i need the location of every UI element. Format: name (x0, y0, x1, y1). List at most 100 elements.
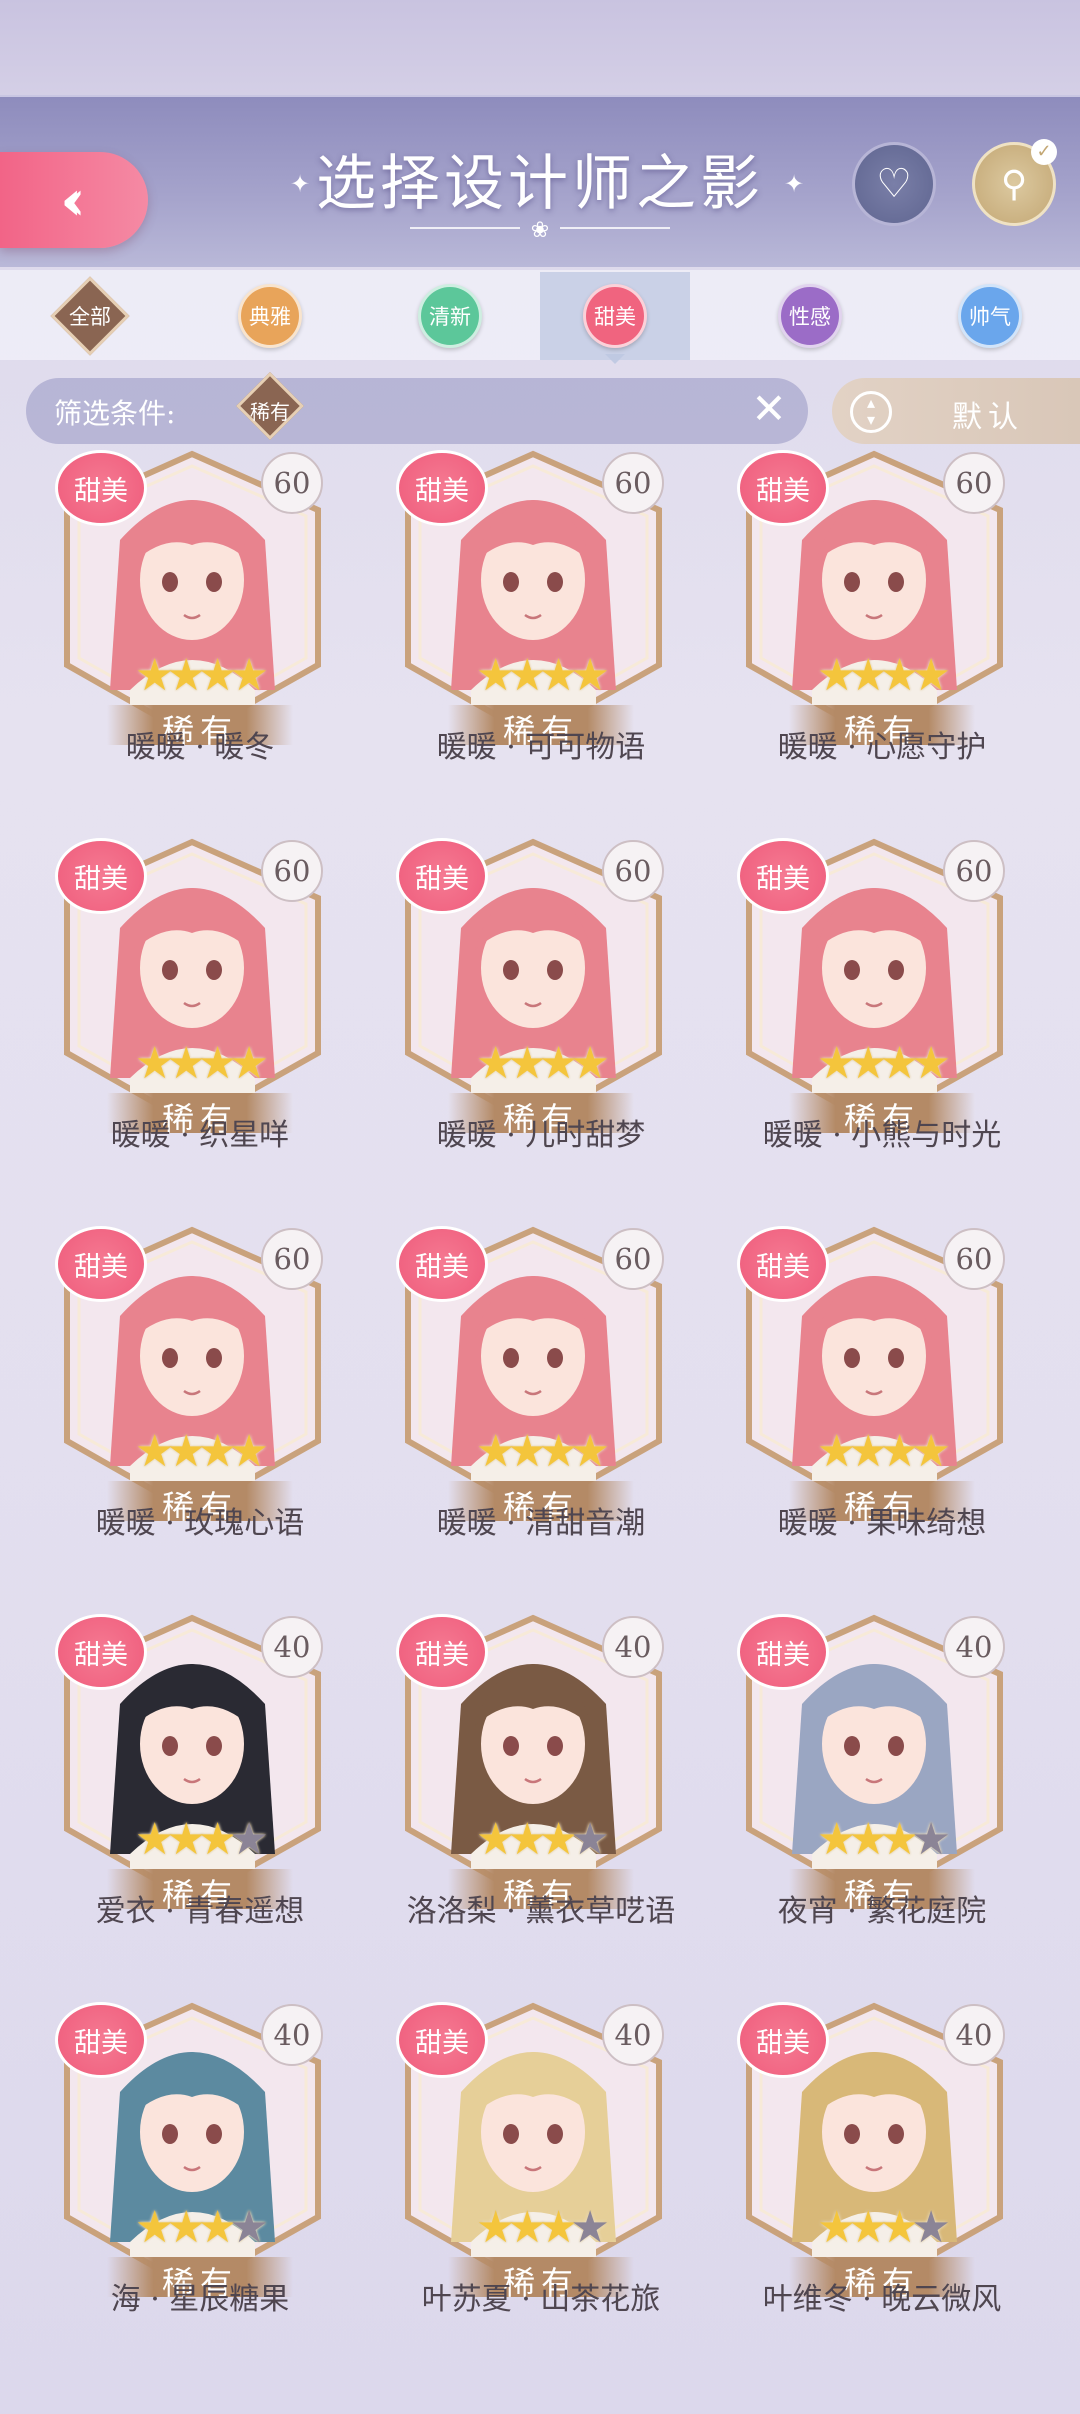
magnifier-icon: ⚲ (1000, 163, 1028, 205)
style-badge: 甜美 (737, 1226, 829, 1302)
tab-5[interactable]: 帅气 (915, 272, 1065, 360)
tab-1[interactable]: 典雅 (195, 272, 345, 360)
star-icon: ★ (135, 2202, 175, 2253)
star-icon: ★ (197, 1038, 238, 1089)
level-badge: 60 (261, 1228, 323, 1290)
star-icon: ★ (229, 1038, 269, 1089)
designer-grid: 稀有 ★★★★ 甜美 60 暖暖 · 暖冬 稀有 ★★★★ 甜美 60 暖暖 · 可可物语 稀有 ★★… (0, 450, 1080, 2380)
designer-name: 暖暖 · 织星咩 (110, 1118, 290, 1153)
star-icon: ★ (911, 650, 951, 701)
star-icon: ★ (166, 1814, 206, 1865)
level-badge: 60 (943, 1228, 1005, 1290)
designer-card[interactable]: 稀有 ★★★★ 甜美 60 暖暖 · 小熊与时光 (717, 838, 1047, 1208)
star-icon: ★ (229, 650, 269, 701)
favorite-button[interactable]: ♡ (852, 142, 936, 226)
style-badge: 甜美 (55, 1614, 147, 1690)
star-rating: ★★★★ (476, 650, 610, 701)
designer-card[interactable]: 稀有 ★★★★ 甜美 40 爱衣 · 青春遥想 (35, 1614, 365, 1984)
tab-label: 甜美 (583, 284, 647, 348)
tab-label: 性感 (778, 284, 842, 348)
star-rating: ★★★★ (817, 1814, 951, 1865)
close-icon[interactable]: ✕ (744, 384, 794, 434)
tab-0[interactable]: 全部 (15, 272, 165, 360)
star-rating: ★★★★ (817, 650, 951, 701)
designer-card[interactable]: 稀有 ★★★★ 甜美 60 暖暖 · 果味绮想 (717, 1226, 1047, 1596)
star-rating: ★★★★ (135, 2202, 269, 2253)
level-badge: 40 (602, 2004, 664, 2066)
designer-card[interactable]: 稀有 ★★★★ 甜美 40 夜宵 · 繁花庭院 (717, 1614, 1047, 1984)
designer-card[interactable]: 稀有 ★★★★ 甜美 40 洛洛梨 · 薰衣草呓语 (376, 1614, 706, 1984)
tab-2[interactable]: 清新 (375, 272, 525, 360)
designer-card[interactable]: 稀有 ★★★★ 甜美 60 暖暖 · 儿时甜梦 (376, 838, 706, 1208)
star-rating: ★★★★ (135, 1426, 269, 1477)
star-rating: ★★★★ (135, 1038, 269, 1089)
star-icon: ★ (879, 1038, 920, 1089)
star-icon: ★ (817, 2202, 857, 2253)
designer-name: 洛洛梨 · 薰衣草呓语 (406, 1894, 676, 1929)
designer-name: 暖暖 · 可可物语 (436, 730, 646, 765)
level-badge: 40 (943, 1616, 1005, 1678)
star-icon: ★ (817, 1814, 857, 1865)
level-badge: 60 (602, 840, 664, 902)
star-icon: ★ (476, 1814, 516, 1865)
style-badge: 甜美 (737, 838, 829, 914)
level-badge: 60 (943, 840, 1005, 902)
designer-card[interactable]: 稀有 ★★★★ 甜美 60 暖暖 · 暖冬 (35, 450, 365, 820)
star-icon: ★ (911, 1426, 951, 1477)
star-icon: ★ (848, 1426, 888, 1477)
star-rating: ★★★★ (476, 2202, 610, 2253)
designer-card[interactable]: 稀有 ★★★★ 甜美 60 暖暖 · 玫瑰心语 (35, 1226, 365, 1596)
designer-card[interactable]: 稀有 ★★★★ 甜美 60 暖暖 · 可可物语 (376, 450, 706, 820)
star-icon: ★ (197, 1814, 238, 1865)
star-rating: ★★★★ (476, 1038, 610, 1089)
star-rating: ★★★★ (817, 1038, 951, 1089)
star-icon: ★ (879, 1426, 920, 1477)
star-icon: ★ (197, 1426, 238, 1477)
tab-4[interactable]: 性感 (735, 272, 885, 360)
designer-card[interactable]: 稀有 ★★★★ 甜美 60 暖暖 · 心愿守护 (717, 450, 1047, 820)
star-icon: ★ (538, 2202, 579, 2253)
designer-name: 暖暖 · 果味绮想 (777, 1506, 987, 1541)
star-icon: ★ (507, 1814, 547, 1865)
star-icon: ★ (197, 650, 238, 701)
star-icon: ★ (476, 2202, 516, 2253)
check-icon: ✓ (1031, 139, 1057, 165)
top-band (0, 0, 1080, 95)
level-badge: 40 (602, 1616, 664, 1678)
designer-card[interactable]: 稀有 ★★★★ 甜美 40 海 · 星辰糖果 (35, 2002, 365, 2372)
level-badge: 60 (261, 840, 323, 902)
designer-name: 暖暖 · 暖冬 (125, 730, 275, 765)
star-icon: ★ (570, 1814, 610, 1865)
designer-card[interactable]: 稀有 ★★★★ 甜美 60 暖暖 · 织星咩 (35, 838, 365, 1208)
designer-card[interactable]: 稀有 ★★★★ 甜美 60 暖暖 · 清甜音潮 (376, 1226, 706, 1596)
designer-card[interactable]: 稀有 ★★★★ 甜美 40 叶维冬 · 晚云微风 (717, 2002, 1047, 2372)
star-icon: ★ (166, 2202, 206, 2253)
star-icon: ★ (879, 650, 920, 701)
search-button[interactable]: ⚲ ✓ (972, 139, 1057, 226)
star-icon: ★ (817, 1038, 857, 1089)
tab-label: 典雅 (238, 284, 302, 348)
star-icon: ★ (507, 2202, 547, 2253)
star-icon: ★ (229, 1814, 269, 1865)
star-icon: ★ (135, 1814, 175, 1865)
star-icon: ★ (848, 2202, 888, 2253)
designer-name: 爱衣 · 青春遥想 (95, 1894, 305, 1929)
style-badge: 甜美 (396, 1226, 488, 1302)
designer-name: 暖暖 · 清甜音潮 (436, 1506, 646, 1541)
style-badge: 甜美 (737, 450, 829, 526)
star-icon: ★ (197, 2202, 238, 2253)
star-icon: ★ (570, 1426, 610, 1477)
tab-label: 全部 (69, 305, 111, 329)
designer-card[interactable]: 稀有 ★★★★ 甜美 40 叶苏夏 · 山茶花旅 (376, 2002, 706, 2372)
star-icon: ★ (135, 1426, 175, 1477)
style-badge: 甜美 (396, 838, 488, 914)
tab-3[interactable]: 甜美 (540, 272, 690, 364)
star-icon: ★ (166, 1038, 206, 1089)
star-icon: ★ (570, 1038, 610, 1089)
sort-button[interactable]: ▴ ▾ 默认 (832, 378, 1080, 444)
style-badge: 甜美 (737, 1614, 829, 1690)
star-icon: ★ (476, 1426, 516, 1477)
tab-label: 帅气 (958, 284, 1022, 348)
star-icon: ★ (476, 650, 516, 701)
star-icon: ★ (570, 650, 610, 701)
